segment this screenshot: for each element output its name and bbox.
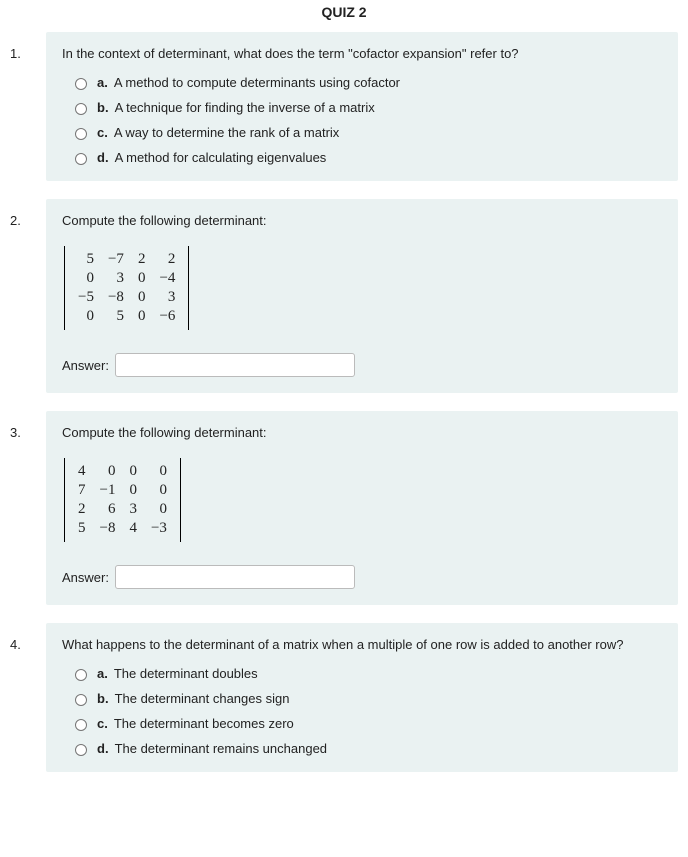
- question-number: 4.: [10, 623, 46, 652]
- option-text: The determinant doubles: [114, 666, 258, 681]
- matrix-cell: 5: [101, 307, 131, 326]
- question-number: 1.: [10, 32, 46, 61]
- matrix-cell: 0: [144, 481, 174, 500]
- option-text: The determinant changes sign: [115, 691, 290, 706]
- option-text: A way to determine the rank of a matrix: [114, 125, 339, 140]
- option-radio[interactable]: [75, 744, 87, 756]
- matrix-cell: 4: [71, 462, 93, 481]
- option-letter: c.: [97, 716, 108, 731]
- option-row: a. A method to compute determinants using…: [70, 75, 662, 90]
- option-text: A method for calculating eigenvalues: [115, 150, 327, 165]
- matrix-cell: 0: [131, 269, 153, 288]
- matrix-cell: −5: [71, 288, 101, 307]
- determinant-matrix: 5−722030−4−5−803050−6: [64, 246, 189, 330]
- matrix-cell: 4: [122, 519, 144, 538]
- answer-label: Answer:: [62, 358, 109, 373]
- matrix-cell: 7: [71, 481, 93, 500]
- option-letter: b.: [97, 100, 109, 115]
- matrix-cell: 0: [131, 288, 153, 307]
- matrix-cell: 0: [122, 462, 144, 481]
- matrix-cell: 5: [71, 250, 101, 269]
- option-radio[interactable]: [75, 153, 87, 165]
- matrix-cell: −8: [101, 288, 131, 307]
- option-row: c. The determinant becomes zero: [70, 716, 662, 731]
- option-letter: c.: [97, 125, 108, 140]
- matrix-cell: 2: [152, 250, 182, 269]
- matrix-cell: −4: [152, 269, 182, 288]
- question-block: 1. In the context of determinant, what do…: [10, 32, 678, 181]
- question-prompt: Compute the following determinant:: [62, 213, 662, 228]
- question-body: Compute the following determinant:40007−…: [46, 411, 678, 605]
- answer-label: Answer:: [62, 570, 109, 585]
- matrix-cell: −8: [93, 519, 123, 538]
- option-radio[interactable]: [75, 669, 87, 681]
- question-block: 3.Compute the following determinant:4000…: [10, 411, 678, 605]
- option-row: d. The determinant remains unchanged: [70, 741, 662, 756]
- option-radio[interactable]: [75, 694, 87, 706]
- answer-row: Answer:: [62, 565, 662, 589]
- matrix-cell: 0: [71, 307, 101, 326]
- matrix-cell: −6: [152, 307, 182, 326]
- option-radio[interactable]: [75, 78, 87, 90]
- option-row: c. A way to determine the rank of a matri…: [70, 125, 662, 140]
- question-block: 2.Compute the following determinant:5−72…: [10, 199, 678, 393]
- matrix-cell: 0: [144, 462, 174, 481]
- matrix-cell: 2: [71, 500, 93, 519]
- quiz-title: QUIZ 2: [10, 0, 678, 32]
- matrix-cell: 3: [122, 500, 144, 519]
- determinant-matrix: 40007−10026305−84−3: [64, 458, 181, 542]
- option-letter: a.: [97, 666, 108, 681]
- question-prompt: Compute the following determinant:: [62, 425, 662, 440]
- question-prompt: What happens to the determinant of a mat…: [62, 637, 662, 652]
- question-prompt: In the context of determinant, what does…: [62, 46, 662, 61]
- matrix-cell: 3: [152, 288, 182, 307]
- answer-input[interactable]: [115, 565, 355, 589]
- options-list: a. The determinant doubles b. The determina…: [70, 666, 662, 756]
- option-text: The determinant becomes zero: [114, 716, 294, 731]
- matrix-cell: 0: [131, 307, 153, 326]
- option-radio[interactable]: [75, 719, 87, 731]
- question-block: 4. What happens to the determinant of a m…: [10, 623, 678, 772]
- answer-row: Answer:: [62, 353, 662, 377]
- matrix-cell: 3: [101, 269, 131, 288]
- option-text: A technique for finding the inverse of a…: [115, 100, 375, 115]
- matrix-cell: 0: [144, 500, 174, 519]
- option-row: b. The determinant changes sign: [70, 691, 662, 706]
- option-letter: a.: [97, 75, 108, 90]
- question-number: 2.: [10, 199, 46, 228]
- matrix-cell: 2: [131, 250, 153, 269]
- matrix-cell: 5: [71, 519, 93, 538]
- option-letter: d.: [97, 150, 109, 165]
- matrix-cell: −1: [93, 481, 123, 500]
- matrix-cell: 0: [71, 269, 101, 288]
- question-number: 3.: [10, 411, 46, 440]
- matrix-cell: −3: [144, 519, 174, 538]
- option-row: a. The determinant doubles: [70, 666, 662, 681]
- option-row: d. A method for calculating eigenvalues: [70, 150, 662, 165]
- answer-input[interactable]: [115, 353, 355, 377]
- question-body: In the context of determinant, what does…: [46, 32, 678, 181]
- matrix-cell: 6: [93, 500, 123, 519]
- option-radio[interactable]: [75, 103, 87, 115]
- matrix-cell: −7: [101, 250, 131, 269]
- question-body: What happens to the determinant of a mat…: [46, 623, 678, 772]
- options-list: a. A method to compute determinants using…: [70, 75, 662, 165]
- option-letter: b.: [97, 691, 109, 706]
- option-row: b. A technique for finding the inverse of…: [70, 100, 662, 115]
- question-body: Compute the following determinant:5−7220…: [46, 199, 678, 393]
- option-text: A method to compute determinants using c…: [114, 75, 400, 90]
- option-letter: d.: [97, 741, 109, 756]
- matrix-cell: 0: [93, 462, 123, 481]
- option-radio[interactable]: [75, 128, 87, 140]
- option-text: The determinant remains unchanged: [115, 741, 327, 756]
- matrix-cell: 0: [122, 481, 144, 500]
